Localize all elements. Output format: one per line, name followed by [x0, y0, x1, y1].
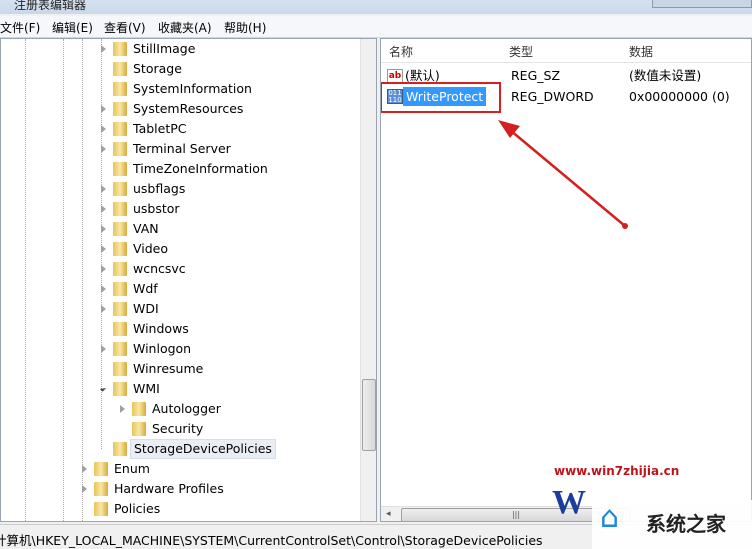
- watermark-brand: 系统之家: [646, 512, 726, 536]
- status-path: 计算机\HKEY_LOCAL_MACHINE\SYSTEM\CurrentCon…: [0, 533, 543, 548]
- watermark-url: www.win7zhijia.cn: [554, 464, 680, 478]
- watermark-logo: www.win7zhijia.cn W ⌂ 系统之家: [552, 464, 752, 549]
